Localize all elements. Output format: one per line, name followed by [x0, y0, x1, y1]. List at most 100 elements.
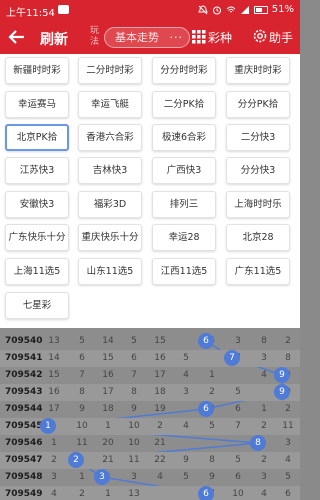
- grid-icon[interactable]: [192, 30, 206, 44]
- battery-percent: 51%: [271, 4, 294, 15]
- lottery-option[interactable]: 新疆时时彩: [5, 57, 69, 84]
- refresh-button[interactable]: 刷新: [40, 29, 68, 49]
- table-cell: 4: [261, 370, 267, 380]
- number-ball: 7: [224, 350, 240, 366]
- table-row: 70954942113710466: [0, 486, 300, 500]
- table-cell: 2: [209, 387, 215, 397]
- lottery-option[interactable]: 分分时时彩: [152, 57, 216, 84]
- signal-icon: [240, 5, 249, 14]
- table-cell: 10: [128, 421, 140, 431]
- battery-icon: [253, 5, 268, 14]
- lottery-option[interactable]: 江西11选5: [152, 258, 216, 285]
- number-ball: 9: [274, 384, 290, 400]
- arrow-left-icon[interactable]: [6, 26, 28, 48]
- table-cell: 10: [76, 421, 88, 431]
- number-ball: 8: [250, 435, 266, 451]
- lottery-option[interactable]: 二分快3: [226, 124, 290, 151]
- more-dots-icon: ···: [169, 31, 183, 44]
- table-cell: 15: [48, 370, 60, 380]
- table-cell: 4: [183, 421, 189, 431]
- lottery-option[interactable]: 二分PK拾: [152, 91, 216, 118]
- table-cell: 8: [131, 387, 137, 397]
- table-cell: 3: [235, 336, 241, 346]
- lottery-option[interactable]: 幸运赛马: [5, 91, 69, 118]
- table-cell: 17: [48, 404, 60, 414]
- table-cell: 1: [261, 404, 267, 414]
- table-cell: 3: [183, 387, 189, 397]
- table-cell: 8: [209, 455, 215, 465]
- table-cell: 2: [79, 489, 85, 499]
- lottery-option[interactable]: 重庆快乐十分: [78, 224, 142, 251]
- chart-type-select[interactable]: 基本走势 ···: [104, 27, 190, 48]
- number-ball: 6: [198, 333, 214, 349]
- lottery-option[interactable]: 广西快3: [152, 157, 216, 184]
- table-cell: 6: [285, 489, 291, 499]
- table-cell: 20: [102, 438, 114, 448]
- table-row: 709546 1 11 20 10 21 3 8: [0, 435, 300, 452]
- lottery-option[interactable]: 幸运28: [152, 224, 216, 251]
- lottery-option[interactable]: 江苏快3: [5, 157, 69, 184]
- lottery-option[interactable]: 重庆时时彩: [226, 57, 290, 84]
- table-cell: 13: [128, 489, 140, 499]
- table-cell: 1: [105, 421, 111, 431]
- number-ball: 1: [40, 418, 56, 434]
- lottery-option[interactable]: 极速6合彩: [152, 124, 216, 151]
- lottery-option[interactable]: 山东11选5: [78, 258, 142, 285]
- lottery-option[interactable]: 七星彩: [5, 292, 69, 319]
- issue-number: 709547: [5, 455, 43, 465]
- table-cell: 3: [285, 438, 291, 448]
- lottery-option[interactable]: 北京28: [226, 224, 290, 251]
- table-cell: 4: [261, 489, 267, 499]
- table-cell: 3: [261, 353, 267, 363]
- table-cell: 21: [102, 455, 114, 465]
- lottery-option[interactable]: 广东快乐十分: [5, 224, 69, 251]
- issue-number: 709543: [5, 387, 43, 397]
- table-cell: 2: [285, 404, 291, 414]
- status-bar: 上午11:54 51%: [0, 0, 300, 20]
- table-cell: 11: [76, 438, 88, 448]
- table-cell: 9: [79, 404, 85, 414]
- lottery-option[interactable]: 香港六合彩: [78, 124, 142, 151]
- lottery-option[interactable]: 福彩3D: [78, 191, 142, 218]
- table-cell: 6: [131, 353, 137, 363]
- lottery-option[interactable]: 北京PK拾: [5, 124, 69, 151]
- gear-icon[interactable]: [252, 28, 268, 44]
- number-ball: 9: [274, 367, 290, 383]
- lottery-option[interactable]: 广东11选5: [226, 258, 290, 285]
- table-cell: 13: [48, 336, 60, 346]
- wifi-icon: [226, 6, 236, 12]
- table-cell: 17: [154, 370, 166, 380]
- table-cell: 7: [131, 370, 137, 380]
- alarm-icon: [212, 6, 221, 14]
- table-cell: 2: [157, 421, 163, 431]
- lottery-option[interactable]: 分分PK拾: [226, 91, 290, 118]
- number-ball: 6: [198, 486, 214, 500]
- table-cell: 1: [79, 472, 85, 482]
- wanfa-label: 玩法: [90, 26, 100, 47]
- table-cell: 4: [157, 472, 163, 482]
- table-cell: 15: [102, 353, 114, 363]
- table-row: 7095411461561657387: [0, 350, 300, 367]
- lottery-option[interactable]: 幸运飞艇: [78, 91, 142, 118]
- table-cell: 2: [285, 336, 291, 346]
- number-ball: 3: [94, 469, 110, 485]
- lottery-option[interactable]: 二分时时彩: [78, 57, 142, 84]
- table-cell: 5: [235, 455, 241, 465]
- table-cell: 2: [261, 455, 267, 465]
- number-ball: 2: [68, 452, 84, 468]
- table-cell: 2: [51, 455, 57, 465]
- lottery-option[interactable]: 上海11选5: [5, 258, 69, 285]
- status-right: 51%: [197, 4, 294, 15]
- issue-number: 709548: [5, 472, 43, 482]
- lottery-option[interactable]: 上海时时乐: [226, 191, 290, 218]
- caizhong-button[interactable]: 彩种: [208, 29, 232, 46]
- helper-button[interactable]: 助手: [269, 29, 293, 46]
- lottery-option[interactable]: 排列三: [152, 191, 216, 218]
- lottery-option[interactable]: 吉林快3: [78, 157, 142, 184]
- lottery-option[interactable]: 安徽快3: [5, 191, 69, 218]
- table-cell: 1: [51, 438, 57, 448]
- table-cell: 9: [183, 455, 189, 465]
- lottery-option[interactable]: 分分快3: [226, 157, 290, 184]
- table-row: 709545 10 1 10 2 4 5 7 2 11 1: [0, 418, 300, 435]
- table-cell: 10: [128, 438, 140, 448]
